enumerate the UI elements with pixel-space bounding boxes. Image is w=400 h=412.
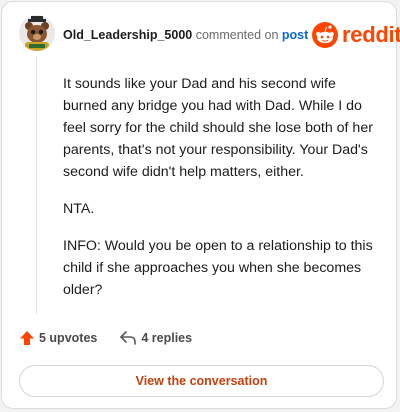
comment-header: Old_Leadership_5000 commented on post <box>63 27 308 43</box>
comment-footer: 5 upvotes 4 replies <box>19 330 192 346</box>
post-link[interactable]: post <box>282 28 308 42</box>
reddit-logo[interactable]: reddit <box>312 22 400 48</box>
thread-line <box>36 56 37 314</box>
replies-count: 4 replies <box>141 331 193 345</box>
upvote-button[interactable]: 5 upvotes <box>19 330 97 346</box>
comment-paragraph: INFO: Would you be open to a relationshi… <box>63 238 373 298</box>
comment-body: It sounds like your Dad and his second w… <box>63 73 381 316</box>
reddit-snoo-icon <box>312 22 338 48</box>
comment-paragraph: NTA. <box>63 201 95 217</box>
view-conversation-button[interactable]: View the conversation <box>19 365 384 397</box>
reddit-wordmark: reddit <box>342 22 400 47</box>
avatar[interactable] <box>19 15 55 51</box>
reply-arrow-icon <box>120 331 137 345</box>
replies-button[interactable]: 4 replies <box>119 330 192 346</box>
bear-avatar-icon <box>25 16 49 51</box>
username[interactable]: Old_Leadership_5000 <box>63 28 192 42</box>
upvote-count: 5 upvotes <box>39 331 98 345</box>
upvote-arrow-icon <box>20 331 34 345</box>
comment-paragraph: It sounds like your Dad and his second w… <box>63 76 373 180</box>
action-text: commented on <box>195 28 279 42</box>
comment-card: Old_Leadership_5000 commented on post re… <box>1 1 400 409</box>
